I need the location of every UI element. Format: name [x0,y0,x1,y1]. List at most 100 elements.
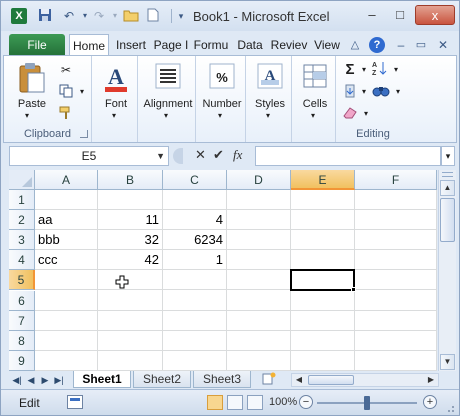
font-icon[interactable]: A [100,62,132,94]
paste-dropdown-icon[interactable]: ▾ [25,111,29,120]
row-header-1[interactable]: 1 [9,190,35,210]
close-button[interactable]: x [415,5,455,25]
normal-view-icon[interactable] [207,395,223,410]
save-icon[interactable] [37,8,53,24]
format-painter-icon[interactable] [58,106,74,122]
fill-handle[interactable] [351,287,356,292]
scroll-left-icon[interactable]: ◀ [292,374,306,386]
name-box-dropdown-icon[interactable]: ▼ [156,147,165,165]
cells-icon[interactable] [299,62,331,94]
formula-bar-grip-icon[interactable] [173,148,183,164]
clipboard-launcher-icon[interactable] [80,130,88,138]
zoom-in-button[interactable]: + [423,395,437,409]
row-header-4[interactable]: 4 [9,250,35,270]
page-layout-view-icon[interactable] [227,395,243,410]
next-sheet-icon[interactable]: ▶ [39,373,51,387]
select-all-corner[interactable] [9,170,35,190]
row-header-3[interactable]: 3 [9,230,35,250]
number-dropdown-icon[interactable]: ▾ [218,111,222,120]
insert-function-icon[interactable]: fx [233,147,242,163]
column-header-c[interactable]: C [163,170,227,190]
alignment-button[interactable]: Alignment [140,98,196,110]
customize-qat-icon[interactable]: ▾ [173,8,189,24]
alignment-icon[interactable] [152,62,184,94]
workbook-restore-icon[interactable]: ▭ [413,37,429,53]
redo-icon[interactable]: ↷ [91,8,107,24]
vertical-scrollbar[interactable]: ▲ ▼ [438,170,456,371]
column-header-b[interactable]: B [98,170,163,190]
cell-a4[interactable]: ccc [35,250,97,269]
scroll-up-icon[interactable]: ▲ [440,180,455,196]
find-select-dropdown-icon[interactable]: ▾ [390,84,406,100]
row-header-2[interactable]: 2 [9,210,35,230]
zoom-level[interactable]: 100% [269,396,297,408]
styles-dropdown-icon[interactable]: ▾ [266,111,270,120]
paste-icon[interactable] [16,62,48,94]
new-file-icon[interactable] [145,8,161,24]
prev-sheet-icon[interactable]: ◀ [25,373,37,387]
minimize-ribbon-icon[interactable]: △ [347,37,363,53]
copy-dropdown-icon[interactable]: ▾ [74,84,90,100]
insert-sheet-icon[interactable] [261,372,277,387]
find-select-icon[interactable] [372,84,390,100]
font-dropdown-icon[interactable]: ▾ [112,111,116,120]
workbook-minimize-icon[interactable]: – [393,37,409,53]
first-sheet-icon[interactable]: ◀| [11,373,23,387]
enter-formula-icon[interactable]: ✔ [213,147,224,163]
formula-input[interactable] [255,146,441,166]
undo-icon[interactable]: ↶ [61,8,77,24]
vertical-scroll-thumb[interactable] [440,198,455,242]
group-cells[interactable]: Cells ▾ [294,56,336,142]
column-header-e[interactable]: E [291,170,355,190]
cell-a3[interactable]: bbb [35,230,97,249]
cell-c3[interactable]: 6234 [163,230,226,249]
zoom-out-button[interactable]: − [299,395,313,409]
sheet-tab-sheet2[interactable]: Sheet2 [133,371,191,388]
last-sheet-icon[interactable]: ▶| [53,373,65,387]
page-break-preview-icon[interactable] [247,395,263,410]
cells-dropdown-icon[interactable]: ▾ [311,111,315,120]
workbook-close-icon[interactable]: ✕ [435,37,451,53]
cell-b4[interactable]: 42 [98,250,162,269]
group-font[interactable]: A Font ▾ [94,56,138,142]
alignment-dropdown-icon[interactable]: ▾ [164,111,168,120]
group-styles[interactable]: A Styles ▾ [248,56,292,142]
cut-icon[interactable]: ✂ [58,62,74,78]
worksheet-grid[interactable]: A B C D E F 1 2 3 4 5 6 7 8 9 aa 11 4 bbb 32 6234 ccc 42 1 [9,170,437,371]
row-header-7[interactable]: 7 [9,311,35,331]
autosum-dropdown-icon[interactable]: ▾ [356,62,372,78]
cell-c4[interactable]: 1 [163,250,226,269]
sort-filter-dropdown-icon[interactable]: ▾ [388,62,404,78]
cells-button[interactable]: Cells [294,98,336,110]
fill-dropdown-icon[interactable]: ▾ [356,84,372,100]
expand-formula-bar-icon[interactable]: ▾ [441,146,455,166]
zoom-slider-thumb[interactable] [364,396,370,410]
cancel-formula-icon[interactable]: ✕ [195,147,206,163]
tab-file[interactable]: File [9,34,65,56]
vertical-split-handle[interactable] [442,172,453,177]
cell-a2[interactable]: aa [35,210,97,229]
tab-data[interactable]: Data [233,34,267,56]
redo-dropdown-icon[interactable]: ▾ [107,8,123,24]
styles-button[interactable]: Styles [248,98,292,110]
tab-insert[interactable]: Insert [111,34,151,56]
resize-grip-icon[interactable] [445,402,455,412]
horizontal-scroll-thumb[interactable] [308,375,354,385]
copy-icon[interactable] [58,84,74,100]
column-header-f[interactable]: F [355,170,437,190]
horizontal-scrollbar[interactable]: ◀ ▶ [291,373,439,387]
row-header-6[interactable]: 6 [9,291,35,311]
cell-b3[interactable]: 32 [98,230,162,249]
tab-home[interactable]: Home [69,34,109,57]
row-header-8[interactable]: 8 [9,331,35,351]
open-folder-icon[interactable] [123,8,139,24]
active-cell-outline[interactable] [290,269,355,291]
macro-recording-icon[interactable] [67,395,83,409]
font-button[interactable]: Font [94,98,138,110]
number-button[interactable]: Number [198,98,246,110]
name-box[interactable]: E5 ▼ [9,146,169,166]
group-number[interactable]: % Number ▾ [198,56,246,142]
scroll-down-icon[interactable]: ▼ [440,354,455,370]
excel-app-icon[interactable]: X [11,8,27,24]
row-header-9[interactable]: 9 [9,351,35,371]
